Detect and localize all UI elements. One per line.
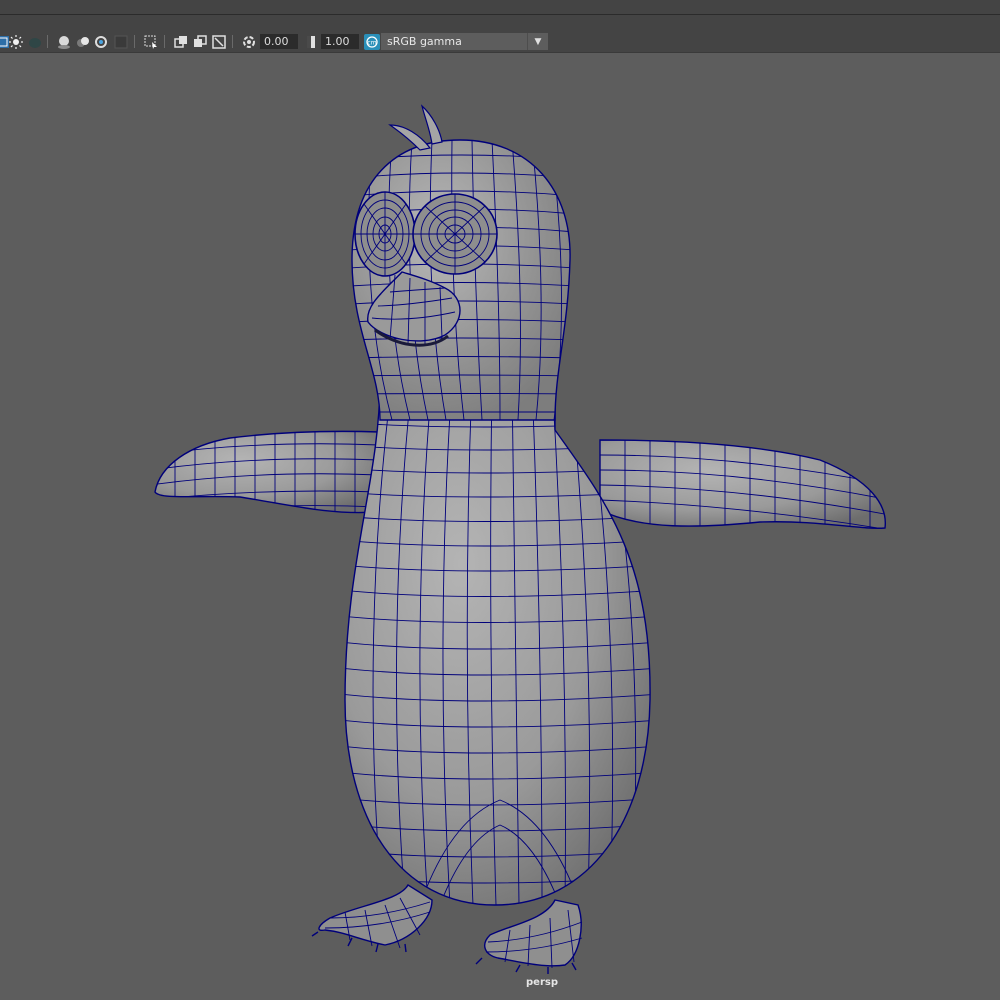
color-management-icon[interactable]: cm	[363, 33, 380, 50]
penguin-mesh	[154, 104, 886, 974]
color-space-dropdown[interactable]: sRGB gamma	[381, 33, 547, 50]
gamma-icon[interactable]	[302, 33, 319, 50]
perspective-viewport[interactable]	[0, 53, 1000, 1000]
toolbar-separator	[164, 35, 165, 48]
toolbar-separator	[47, 35, 48, 48]
xray-joints-icon[interactable]	[191, 33, 208, 50]
exposure-field[interactable]: 0.00	[260, 34, 298, 49]
svg-text:cm: cm	[367, 39, 376, 46]
menu-strip	[0, 0, 1000, 14]
exposure-icon[interactable]	[240, 33, 257, 50]
isolate-select-icon[interactable]	[142, 33, 159, 50]
viewport-toolbar: 0.00 1.00 cm sRGB gamma ▼	[0, 31, 1000, 53]
camera-name-label: persp	[526, 977, 558, 988]
lighting-icon[interactable]	[7, 33, 24, 50]
depth-of-field-icon[interactable]	[112, 33, 129, 50]
gamma-field[interactable]: 1.00	[321, 34, 359, 49]
ambient-occlusion-icon[interactable]	[55, 33, 72, 50]
motion-blur-icon[interactable]	[74, 33, 91, 50]
xray-icon[interactable]	[172, 33, 189, 50]
chevron-down-icon[interactable]: ▼	[527, 33, 548, 50]
toolbar-separator	[134, 35, 135, 48]
xray-active-icon[interactable]	[210, 33, 227, 50]
toolbar-spacer	[0, 15, 1000, 31]
toolbar-separator	[232, 35, 233, 48]
shadows-icon[interactable]	[26, 33, 43, 50]
anti-aliasing-icon[interactable]	[92, 33, 109, 50]
